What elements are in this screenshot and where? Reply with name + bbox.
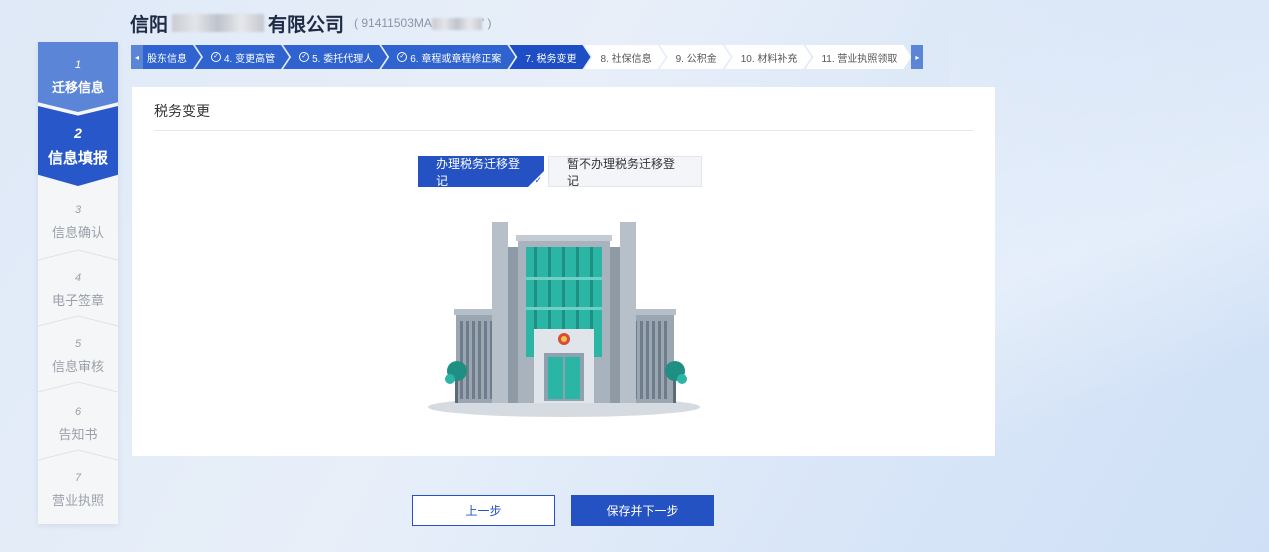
tab-social-security[interactable]: 8. 社保信息	[585, 45, 666, 69]
tax-option-group: 办理税务迁移登记 ✓ 暂不办理税务迁移登记	[418, 156, 702, 188]
tab-change-executives[interactable]: ✓ 4. 变更高管	[195, 45, 289, 69]
tab-license-pickup[interactable]: 11. 营业执照领取	[805, 45, 911, 69]
tab-articles[interactable]: ✓ 6. 章程或章程修正案	[381, 45, 515, 69]
tax-change-card: 税务变更 办理税务迁移登记 ✓ 暂不办理税务迁移登记	[132, 87, 995, 456]
tab-agent[interactable]: ✓ 5. 委托代理人	[283, 45, 387, 69]
check-circle-icon: ✓	[299, 52, 309, 62]
form-actions: 上一步 保存并下一步	[412, 495, 714, 526]
tab-housing-fund[interactable]: 9. 公积金	[660, 45, 731, 69]
redacted-name	[172, 14, 265, 32]
company-name-prefix: 信阳	[130, 14, 169, 36]
tab-scroll-left-icon[interactable]: ◂	[131, 45, 143, 69]
check-circle-icon: ✓	[211, 52, 221, 62]
progress-sidebar: 1 迁移信息 2 信息填报 3 信息确认 4 电子签章 5 信息审核 6 告知书…	[38, 42, 118, 524]
step-dividers	[38, 249, 118, 461]
check-circle-icon: ✓	[397, 52, 407, 62]
option-handle-tax-migration[interactable]: 办理税务迁移登记 ✓	[418, 156, 544, 188]
credit-code: ( 91411503MA ' )	[354, 16, 492, 30]
card-title: 税务变更	[154, 103, 210, 119]
check-icon: ✓	[534, 175, 542, 185]
option-skip-tax-migration[interactable]: 暂不办理税务迁移登记	[548, 156, 702, 188]
tab-scroll-right-icon[interactable]: ▸	[911, 45, 924, 69]
tab-shareholder[interactable]: 股东信息	[143, 45, 201, 69]
divider	[154, 130, 973, 131]
tab-materials[interactable]: 10. 材料补充	[725, 45, 812, 69]
company-name-suffix: 有限公司	[268, 14, 345, 36]
redacted-code	[431, 17, 482, 30]
tax-bureau-building-illustration	[428, 222, 700, 417]
form-tabbar: ◂ 股东信息 ✓ 4. 变更高管 ✓ 5. 委托代理人 ✓ 6. 章程或章程修正案 7…	[131, 45, 924, 69]
prev-step-button[interactable]: 上一步	[412, 495, 555, 526]
save-next-button[interactable]: 保存并下一步	[571, 495, 714, 526]
tab-tax-change[interactable]: 7. 税务变更	[509, 45, 590, 69]
company-header: 信阳 有限公司 ( 91411503MA ' )	[130, 10, 492, 36]
background-decoration	[949, 0, 1269, 552]
